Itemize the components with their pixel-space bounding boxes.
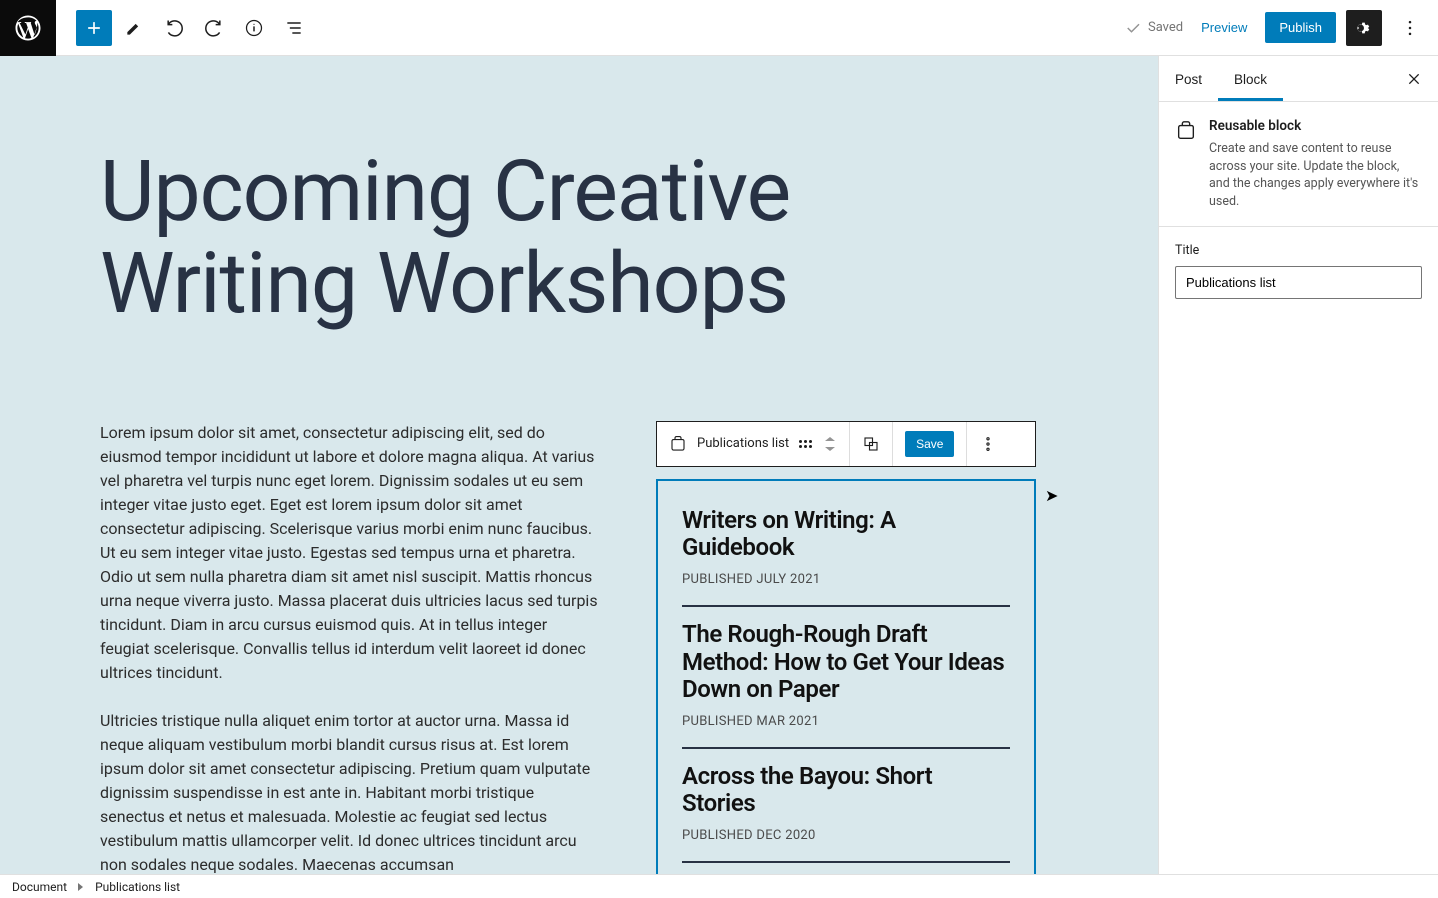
post-body: Lorem ipsum dolor sit amet, consectetur … — [100, 421, 1058, 874]
chevron-right-icon — [75, 881, 87, 893]
block-type-description: Create and save content to reuse across … — [1209, 140, 1422, 210]
sidebar-tabs: Post Block — [1159, 56, 1438, 102]
gear-icon — [1354, 18, 1374, 38]
edit-mode-button[interactable] — [116, 10, 152, 46]
kebab-icon — [979, 435, 997, 453]
dashboard-button[interactable] — [0, 0, 56, 56]
reusable-block-icon — [1175, 120, 1197, 142]
publications-list-block[interactable]: Writers on Writing: A Guidebook PUBLISHE… — [656, 479, 1036, 874]
publication-title: Writers on Writing: A Guidebook — [682, 507, 1010, 562]
block-name-label: Publications list — [697, 436, 789, 451]
outline-icon — [284, 18, 304, 38]
close-sidebar-button[interactable] — [1396, 61, 1432, 97]
post-title[interactable]: Upcoming Creative Writing Workshops — [100, 146, 1058, 331]
kebab-icon — [1400, 18, 1420, 38]
save-status: Saved — [1124, 19, 1183, 37]
paragraph-1[interactable]: Lorem ipsum dolor sit amet, consectetur … — [100, 421, 600, 685]
publish-button[interactable]: Publish — [1265, 12, 1336, 43]
drag-handle[interactable] — [799, 437, 813, 451]
topbar-right: Saved Preview Publish — [1124, 10, 1438, 46]
block-inserter-button[interactable] — [76, 10, 112, 46]
block-type-section[interactable]: Publications list — [657, 422, 850, 466]
close-icon — [1406, 71, 1422, 87]
title-field: Title — [1159, 227, 1438, 315]
convert-icon — [862, 435, 880, 453]
main-split: Upcoming Creative Writing Workshops Lore… — [0, 56, 1438, 874]
list-view-button[interactable] — [276, 10, 312, 46]
pencil-icon — [124, 18, 144, 38]
list-item[interactable]: Across the Bayou: Short Stories PUBLISHE… — [682, 749, 1010, 863]
wordpress-icon — [13, 13, 43, 43]
publication-meta: PUBLISHED DEC 2020 — [682, 828, 1010, 843]
tab-post[interactable]: Post — [1159, 56, 1218, 101]
title-label: Title — [1175, 243, 1422, 258]
more-section[interactable] — [967, 422, 1009, 466]
list-item[interactable]: There and Back Again PUBLISHED FEB 2020 — [682, 863, 1010, 874]
body-text[interactable]: Lorem ipsum dolor sit amet, consectetur … — [100, 421, 600, 874]
plus-icon — [84, 18, 104, 38]
convert-section[interactable] — [850, 422, 893, 466]
move-arrows[interactable] — [823, 434, 837, 454]
info-icon — [244, 18, 264, 38]
save-block-button[interactable]: Save — [905, 431, 954, 457]
publication-title: The Rough-Rough Draft Method: How to Get… — [682, 621, 1010, 704]
undo-button[interactable] — [156, 10, 192, 46]
title-input[interactable] — [1175, 266, 1422, 299]
redo-button[interactable] — [196, 10, 232, 46]
chevron-up-icon[interactable] — [823, 434, 837, 444]
saved-label: Saved — [1148, 20, 1183, 35]
settings-button[interactable] — [1346, 10, 1382, 46]
paragraph-2[interactable]: Ultricies tristique nulla aliquet enim t… — [100, 709, 600, 874]
check-icon — [1124, 19, 1142, 37]
block-type-title: Reusable block — [1209, 118, 1422, 134]
tab-block[interactable]: Block — [1218, 56, 1283, 101]
info-button[interactable] — [236, 10, 272, 46]
block-description: Reusable block Create and save content t… — [1159, 102, 1438, 227]
breadcrumb: Document Publications list — [0, 874, 1438, 898]
settings-sidebar: Post Block Reusable block Create and sav… — [1158, 56, 1438, 874]
undo-icon — [164, 18, 184, 38]
reusable-block-icon — [669, 435, 687, 453]
publication-title: Across the Bayou: Short Stories — [682, 763, 1010, 818]
breadcrumb-current[interactable]: Publications list — [95, 880, 180, 894]
reusable-block-area: Publications list — [656, 421, 1036, 874]
editor-canvas: Upcoming Creative Writing Workshops Lore… — [0, 56, 1158, 874]
topbar-left — [0, 0, 312, 56]
block-toolbar: Publications list — [656, 421, 1036, 467]
save-section: Save — [893, 422, 967, 466]
editor-topbar: Saved Preview Publish — [0, 0, 1438, 56]
list-item[interactable]: Writers on Writing: A Guidebook PUBLISHE… — [682, 501, 1010, 607]
list-item[interactable]: The Rough-Rough Draft Method: How to Get… — [682, 607, 1010, 749]
toolbar-tools — [64, 10, 312, 46]
redo-icon — [204, 18, 224, 38]
more-options-button[interactable] — [1392, 10, 1428, 46]
chevron-down-icon[interactable] — [823, 444, 837, 454]
publication-meta: PUBLISHED MAR 2021 — [682, 714, 1010, 729]
breadcrumb-root[interactable]: Document — [12, 880, 67, 894]
preview-button[interactable]: Preview — [1193, 14, 1255, 41]
publication-meta: PUBLISHED JULY 2021 — [682, 572, 1010, 587]
